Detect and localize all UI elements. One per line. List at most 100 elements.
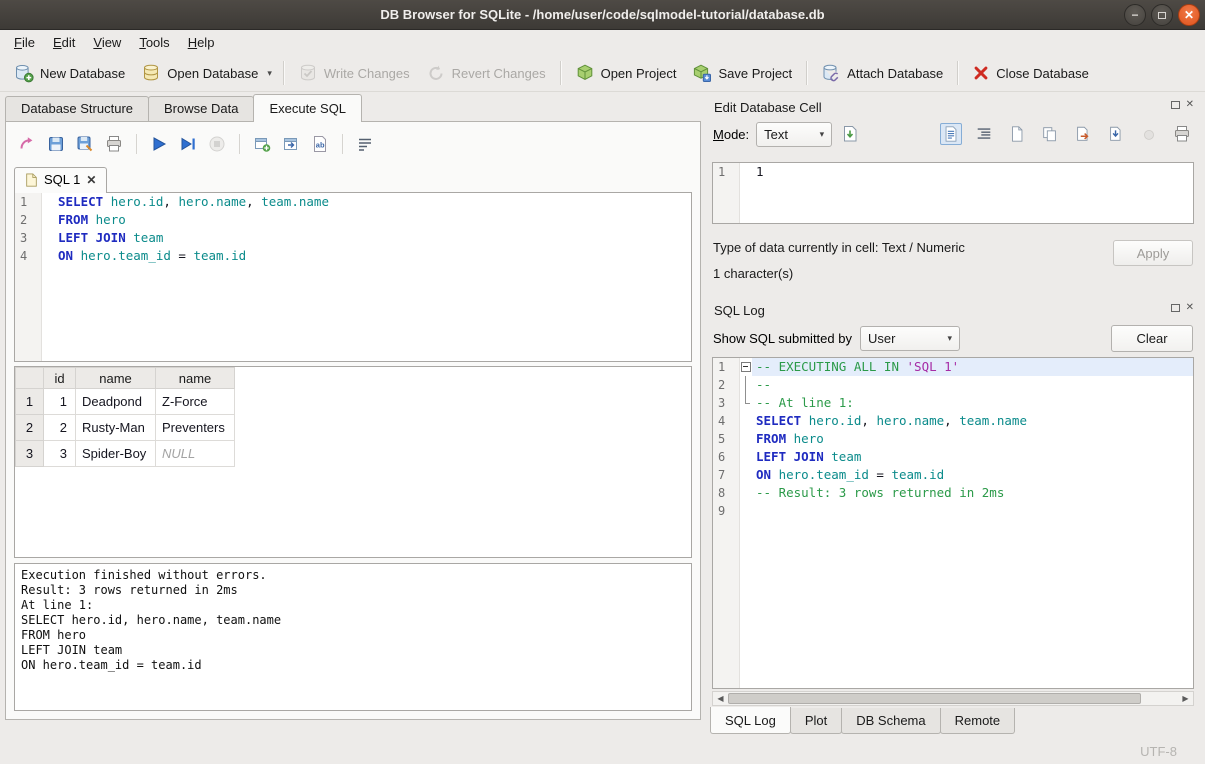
table-cell[interactable]: 2 xyxy=(44,415,76,441)
statusbar: UTF-8 xyxy=(0,738,1205,764)
import-icon xyxy=(840,124,860,144)
stop-execution-button xyxy=(207,134,227,154)
table-cell[interactable]: 3 xyxy=(44,441,76,467)
tab-sql-log[interactable]: SQL Log xyxy=(710,707,791,734)
scroll-left-icon[interactable]: ◀ xyxy=(713,694,728,703)
dock-close-icon[interactable]: ✕ xyxy=(1186,100,1194,110)
cell-editor[interactable]: 1 1 xyxy=(712,162,1194,224)
menu-edit[interactable]: Edit xyxy=(44,32,84,53)
table-cell[interactable]: NULL xyxy=(156,441,235,467)
table-row[interactable]: 11DeadpondZ-Force xyxy=(16,389,235,415)
close-database-button[interactable]: Close Database xyxy=(964,60,1097,86)
close-icon: ✕ xyxy=(1184,9,1194,21)
code-line: 3-- At line 1: xyxy=(713,394,1193,412)
open-sql-file-button[interactable] xyxy=(46,134,66,154)
table-row[interactable]: 22Rusty-ManPreventers xyxy=(16,415,235,441)
export-cell-button[interactable] xyxy=(1072,123,1094,145)
format-sql-button[interactable]: ab xyxy=(310,134,330,154)
clear-log-button[interactable]: Clear xyxy=(1111,325,1193,352)
window-title: DB Browser for SQLite - /home/user/code/… xyxy=(380,7,824,22)
execute-all-button[interactable] xyxy=(149,134,169,154)
scroll-right-icon[interactable]: ▶ xyxy=(1178,694,1193,703)
menu-view[interactable]: View xyxy=(84,32,130,53)
table-cell[interactable]: Spider-Boy xyxy=(76,441,156,467)
text-mode-button[interactable] xyxy=(940,123,962,145)
maximize-button[interactable] xyxy=(1151,4,1173,26)
row-number[interactable]: 1 xyxy=(16,389,44,415)
attach-database-button[interactable]: Attach Database xyxy=(813,59,951,87)
execute-line-button[interactable] xyxy=(178,134,198,154)
save-project-button[interactable]: Save Project xyxy=(684,59,800,87)
fold-margin xyxy=(739,484,752,502)
edit-cell-toolbar: Mode: Text ▾ xyxy=(710,118,1196,150)
new-sql-tab-button[interactable] xyxy=(17,134,37,154)
titlebar[interactable]: DB Browser for SQLite - /home/user/code/… xyxy=(0,0,1205,30)
column-header[interactable]: id xyxy=(44,368,76,389)
dock-float-icon[interactable] xyxy=(1171,101,1180,109)
fold-marker-icon[interactable] xyxy=(739,358,752,376)
save-cell-button[interactable] xyxy=(1105,123,1127,145)
sql-doc-tab[interactable]: SQL 1 ✕ xyxy=(14,167,107,193)
tab-db-schema[interactable]: DB Schema xyxy=(841,708,940,734)
import-cell-data-button[interactable] xyxy=(839,123,861,145)
results-table: idnamename11DeadpondZ-Force22Rusty-ManPr… xyxy=(15,367,235,467)
log-source-combobox[interactable]: User ▾ xyxy=(860,326,960,351)
menu-file[interactable]: File xyxy=(5,32,44,53)
open-database-button[interactable]: Open Database xyxy=(133,59,266,87)
open-in-new-tab-button[interactable] xyxy=(252,134,272,154)
fold-margin xyxy=(739,448,752,466)
menu-help[interactable]: Help xyxy=(179,32,224,53)
app-window: DB Browser for SQLite - /home/user/code/… xyxy=(0,0,1205,764)
row-number-header[interactable] xyxy=(16,368,44,389)
tab-plot[interactable]: Plot xyxy=(790,708,842,734)
dock-close-icon[interactable]: ✕ xyxy=(1186,303,1194,313)
tab-remote[interactable]: Remote xyxy=(940,708,1016,734)
table-cell[interactable]: Preventers xyxy=(156,415,235,441)
tab-execute-sql[interactable]: Execute SQL xyxy=(253,94,362,122)
fold-margin xyxy=(739,412,752,430)
json-mode-button[interactable] xyxy=(1006,123,1028,145)
wrap-lines-button[interactable] xyxy=(973,123,995,145)
log-horizontal-scrollbar[interactable]: ◀ ▶ xyxy=(712,691,1194,706)
table-cell[interactable]: Deadpond xyxy=(76,389,156,415)
minimize-button[interactable]: − xyxy=(1124,4,1146,26)
menu-tools[interactable]: Tools xyxy=(130,32,178,53)
sql-editor[interactable]: 1SELECT hero.id, hero.name, team.name2FR… xyxy=(14,192,692,362)
mode-combobox[interactable]: Text ▾ xyxy=(756,122,832,147)
save-project-icon xyxy=(692,63,712,83)
table-cell[interactable]: 1 xyxy=(44,389,76,415)
sql-log-view[interactable]: 1-- EXECUTING ALL IN 'SQL 1'2--3-- At li… xyxy=(712,357,1194,689)
row-number[interactable]: 3 xyxy=(16,441,44,467)
line-number: 4 xyxy=(15,247,41,265)
print-cell-button[interactable] xyxy=(1171,123,1193,145)
column-header[interactable]: name xyxy=(76,368,156,389)
close-button[interactable]: ✕ xyxy=(1178,4,1200,26)
tab-browse-data[interactable]: Browse Data xyxy=(148,96,254,121)
log-filter-label: Show SQL submitted by xyxy=(713,331,852,346)
line-number: 1 xyxy=(15,193,41,211)
row-number[interactable]: 2 xyxy=(16,415,44,441)
word-wrap-button[interactable] xyxy=(355,134,375,154)
tab-database-structure[interactable]: Database Structure xyxy=(5,96,149,121)
open-database-menu-caret[interactable]: ▾ xyxy=(262,62,277,85)
dock-float-icon[interactable] xyxy=(1171,304,1180,312)
sql-doc-tab-close-icon[interactable]: ✕ xyxy=(86,173,96,187)
copy-cell-button[interactable] xyxy=(1039,123,1061,145)
print-button[interactable] xyxy=(104,134,124,154)
scrollbar-thumb[interactable] xyxy=(728,693,1141,704)
results-grid[interactable]: idnamename11DeadpondZ-Force22Rusty-ManPr… xyxy=(14,366,692,558)
open-project-button[interactable]: Open Project xyxy=(567,59,685,87)
table-cell[interactable]: Rusty-Man xyxy=(76,415,156,441)
detach-tab-button[interactable] xyxy=(281,134,301,154)
code-line: 5FROM hero xyxy=(713,430,1193,448)
table-row[interactable]: 33Spider-BoyNULL xyxy=(16,441,235,467)
bottom-tabbar: SQL Log Plot DB Schema Remote xyxy=(710,708,1196,738)
save-sql-file-button[interactable] xyxy=(75,134,95,154)
table-cell[interactable]: Z-Force xyxy=(156,389,235,415)
open-project-icon xyxy=(575,63,595,83)
column-header[interactable]: name xyxy=(156,368,235,389)
edit-cell-dock-header[interactable]: Edit Database Cell ✕ xyxy=(710,96,1196,118)
line-number: 6 xyxy=(713,448,739,466)
sql-log-dock-header[interactable]: SQL Log ✕ xyxy=(710,299,1196,321)
new-database-button[interactable]: New Database xyxy=(6,59,133,87)
